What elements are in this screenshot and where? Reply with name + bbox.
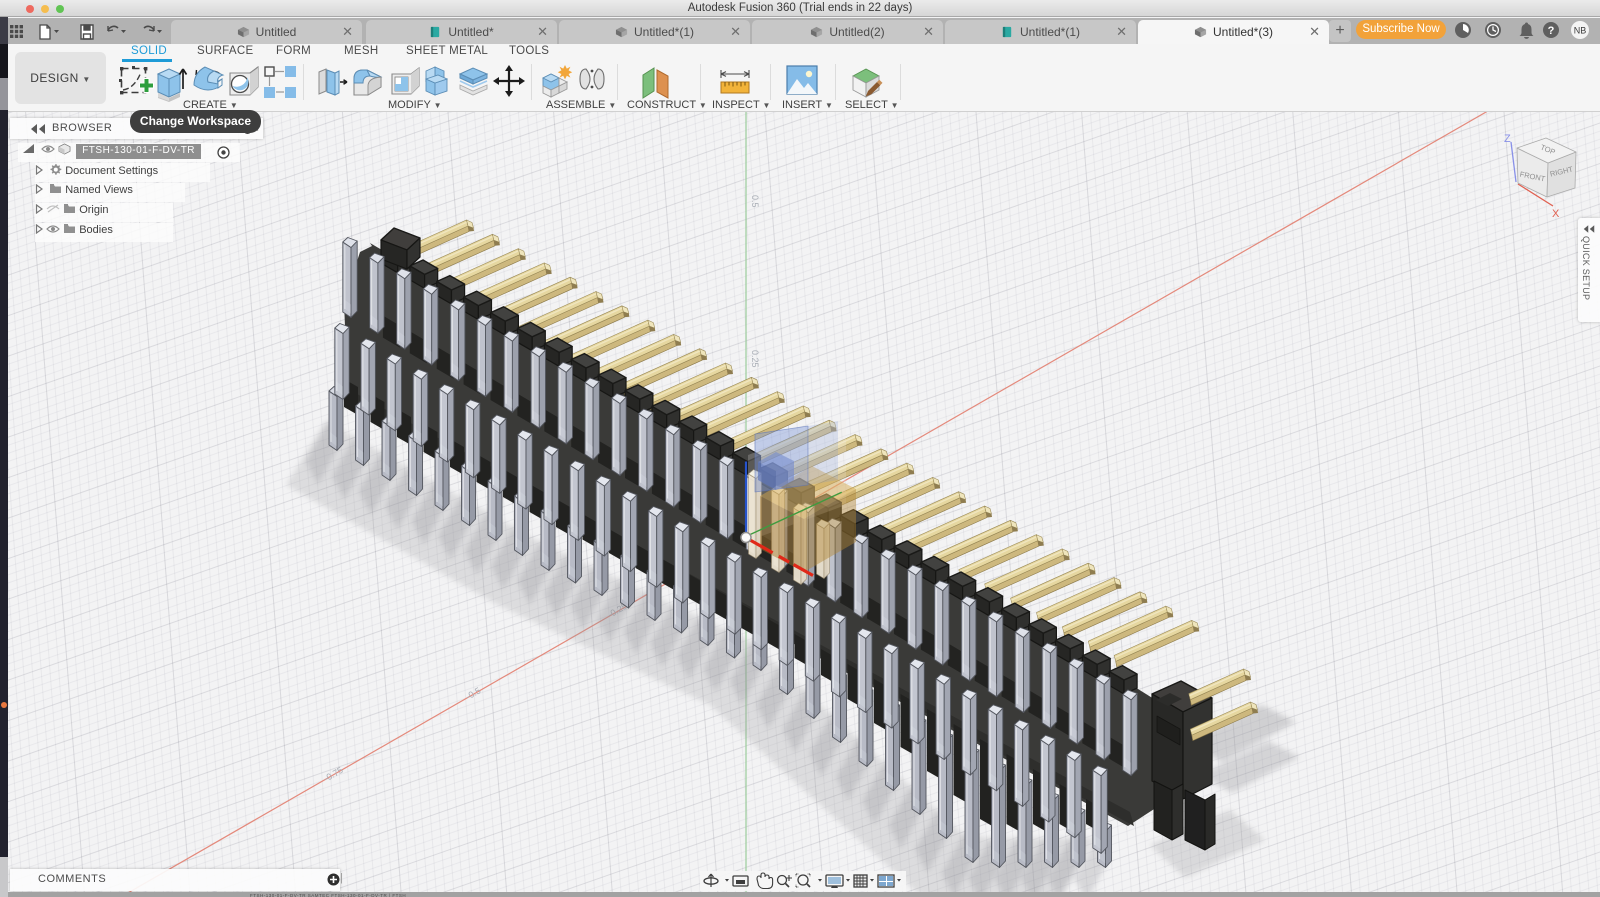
svg-text:NB: NB: [1574, 26, 1587, 36]
svg-text:?: ?: [1548, 25, 1555, 37]
svg-text:X: X: [1552, 208, 1560, 220]
svg-text:0.25: 0.25: [750, 350, 760, 368]
svg-text:0.5: 0.5: [750, 195, 760, 208]
svg-text:Z: Z: [1504, 133, 1511, 145]
